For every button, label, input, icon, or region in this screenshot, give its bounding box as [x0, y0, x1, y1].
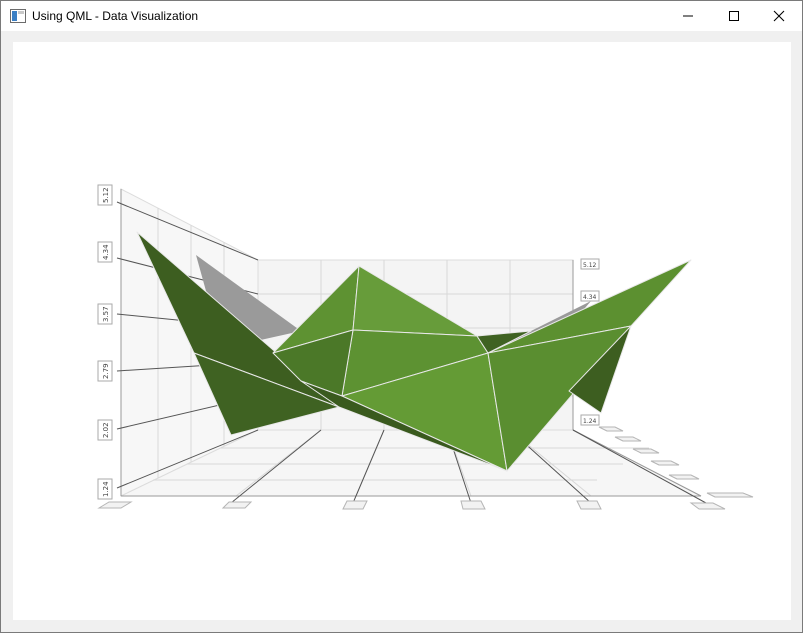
window-title: Using QML - Data Visualization — [32, 9, 199, 23]
title-bar[interactable]: Using QML - Data Visualization — [1, 1, 802, 31]
maximize-icon — [729, 11, 739, 21]
y-axis-label: 2.02 — [102, 422, 110, 438]
y-axis-label: 3.57 — [102, 306, 110, 322]
app-window-icon — [10, 9, 26, 23]
y-axis-labels-left: 5.12 4.34 3.57 2.79 2.02 1.24 — [97, 184, 113, 500]
y-axis-label: 1.24 — [583, 418, 597, 425]
y-axis-label: 1.24 — [102, 481, 110, 497]
graph-area[interactable]: 5.12 4.34 3.57 2.79 2.02 1.24 5.12 4.34 … — [13, 42, 791, 620]
minimize-icon — [683, 15, 693, 17]
y-axis-label: 4.34 — [102, 244, 110, 260]
maximize-button[interactable] — [711, 1, 757, 31]
close-icon — [773, 10, 785, 22]
minimize-button[interactable] — [665, 1, 711, 31]
y-axis-label: 4.34 — [583, 294, 597, 301]
application-window: Using QML - Data Visualization 5.12 4.34… — [0, 0, 803, 633]
surface-3d-plot[interactable]: 5.12 4.34 3.57 2.79 2.02 1.24 5.12 4.34 … — [13, 42, 791, 620]
y-axis-label: 5.12 — [102, 187, 110, 203]
y-axis-label: 5.12 — [583, 262, 597, 269]
y-axis-label: 2.79 — [102, 363, 110, 379]
close-button[interactable] — [756, 1, 802, 31]
